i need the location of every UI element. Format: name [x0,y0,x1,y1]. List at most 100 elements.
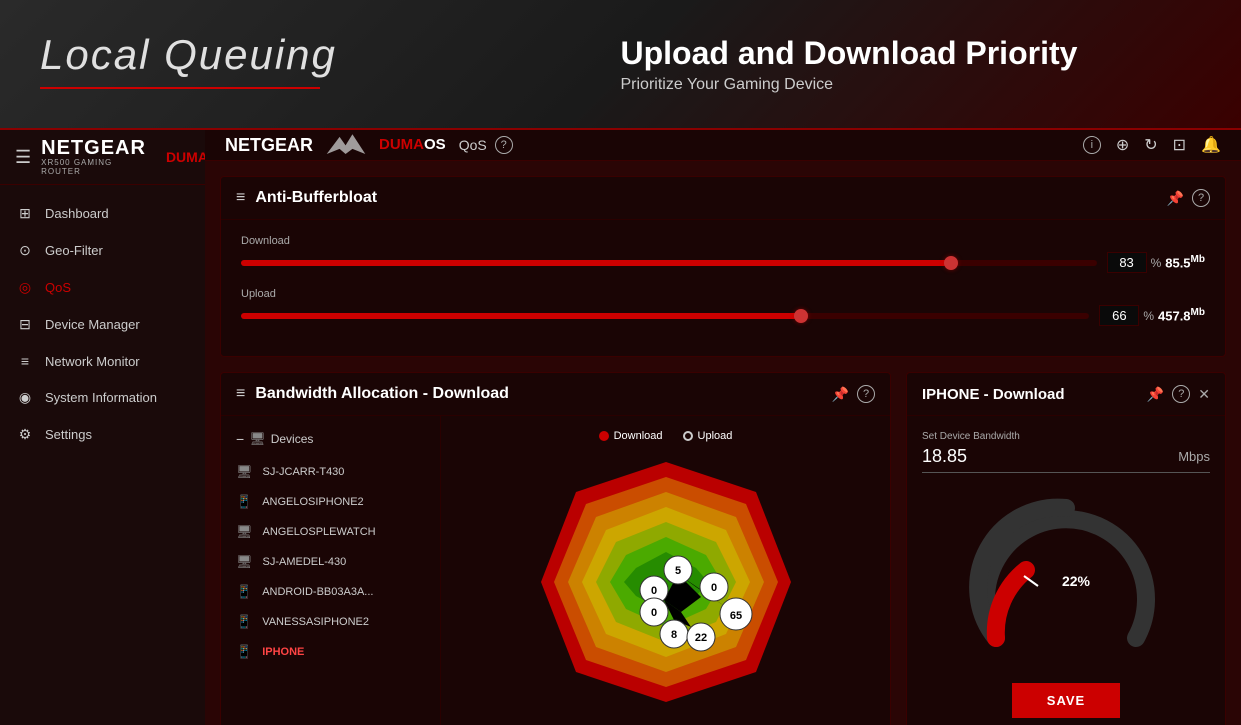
device-name-7: IPHONE [262,646,304,658]
upload-value-input[interactable] [1099,305,1139,326]
info-icon[interactable]: i [1083,136,1101,154]
svg-text:0: 0 [710,582,716,594]
sidebar-item-qos[interactable]: ◎ QoS [0,269,205,306]
bandwidth-allocation-panel: ≡ Bandwidth Allocation - Download 📌 ? − … [220,372,891,725]
anti-bufferbloat-panel: ≡ Anti-Bufferbloat 📌 ? Download [220,176,1226,357]
device-name-6: VANESSASIPHONE2 [262,616,369,628]
svg-text:0: 0 [650,607,656,619]
download-value-input[interactable] [1107,252,1147,273]
anti-bufferbloat-header: ≡ Anti-Bufferbloat 📌 ? [221,177,1225,220]
iphone-panel: IPHONE - Download 📌 ? ✕ Set Device Bandw… [906,372,1226,725]
upload-slider-thumb[interactable] [794,309,808,323]
device-phone-icon-5: 📱 [236,584,252,600]
device-item-iphone[interactable]: 📱 IPHONE [221,637,440,667]
sidebar-item-settings[interactable]: ⚙ Settings [0,416,205,453]
bandwidth-pin-icon[interactable]: 📌 [832,386,849,403]
sidebar-item-geo-filter[interactable]: ⊙ Geo-Filter [0,232,205,269]
devices-monitor-icon: 🖥 [249,431,266,447]
device-item-sj-jcarr[interactable]: 🖥 SJ-JCARR-T430 [221,457,440,487]
globe-icon[interactable]: ⊕ [1116,135,1129,155]
device-name-2: ANGELOSIPHONE2 [262,496,363,508]
collapse-icon[interactable]: − [236,431,244,447]
svg-text:65: 65 [729,610,741,622]
bandwidth-value-input[interactable] [922,446,1178,467]
device-item-android-bb[interactable]: 📱 ANDROID-BB03A3A... [221,577,440,607]
save-button[interactable]: SAVE [1012,683,1120,718]
top-nav-bar: NETGEAR DUMAOS QoS ? i ⊕ ↻ ⊡ 🔔 [205,130,1241,161]
sidebar-item-network-monitor[interactable]: ≡ Network Monitor [0,343,205,379]
dashboard-icon: ⊞ [15,205,35,222]
device-phone-icon-6: 📱 [236,614,252,630]
bandwidth-help-icon[interactable]: ? [857,385,875,403]
top-nav-help-icon[interactable]: ? [495,136,513,154]
device-list-panel: − 🖥 Devices 🖥 SJ-JCARR-T430 📱 ANGELOSIPH [221,416,441,725]
upload-slider-track[interactable] [241,313,1089,319]
bandwidth-panel-actions: 📌 ? [832,385,875,403]
banner-left: Local Queuing [40,31,621,97]
geo-filter-icon: ⊙ [15,242,35,259]
anti-bufferbloat-body: Download % 85.5Mb [221,220,1225,356]
hamburger-icon[interactable]: ☰ [15,147,31,168]
settings-icon: ⚙ [15,426,35,443]
download-legend-item[interactable]: Download [599,430,663,442]
bandwidth-menu-icon[interactable]: ≡ [236,385,245,403]
banner-right: Upload and Download Priority Prioritize … [621,35,1202,94]
download-value-box: % 85.5Mb [1107,252,1205,273]
bandwidth-allocation-title: Bandwidth Allocation - Download [255,385,821,403]
panel-header-actions: 📌 ? [1167,189,1210,207]
sidebar-item-system-information[interactable]: ◉ System Information [0,379,205,416]
device-name-3: ANGELOSPLEWATCH [263,526,376,538]
sidebar-item-label-dashboard: Dashboard [45,206,109,221]
netgear-sub-text: XR500 GAMING ROUTER [41,158,146,176]
banner-title: Local Queuing [40,31,621,79]
gauge-percent-label: 22% [1062,573,1090,589]
iphone-panel-header: IPHONE - Download 📌 ? ✕ [907,373,1225,416]
device-name-5: ANDROID-BB03A3A... [262,586,373,598]
upload-legend-dot [683,431,693,441]
panel-menu-icon[interactable]: ≡ [236,189,245,207]
upload-slider-fill [241,313,801,319]
bandwidth-body: − 🖥 Devices 🖥 SJ-JCARR-T430 📱 ANGELOSIPH [221,416,890,725]
device-monitor-icon-3: 🖥 [236,524,253,540]
download-pct-label: % [1151,256,1162,270]
upload-pct-label: % [1143,309,1154,323]
download-slider-track[interactable] [241,260,1097,266]
download-slider-container: % 85.5Mb [241,252,1205,273]
chart-legend: Download Upload [599,430,733,442]
iphone-help-icon[interactable]: ? [1172,385,1190,403]
device-name-1: SJ-JCARR-T430 [263,466,345,478]
upload-legend-label: Upload [698,430,733,442]
network-monitor-icon: ≡ [15,353,35,369]
device-item-sj-amedel[interactable]: 🖥 SJ-AMEDEL-430 [221,547,440,577]
svg-text:8: 8 [670,629,676,641]
sidebar-header: ☰ NETGEAR XR500 GAMING ROUTER NIGHTHAWK … [0,130,205,185]
device-item-angelos-iphone2[interactable]: 📱 ANGELOSIPHONE2 [221,487,440,517]
sidebar-item-device-manager[interactable]: ⊟ Device Manager [0,306,205,343]
iphone-pin-icon[interactable]: 📌 [1147,386,1164,403]
top-nav-brand: NETGEAR DUMAOS QoS ? [225,130,513,160]
device-item-angelos-watch[interactable]: 🖥 ANGELOSPLEWATCH [221,517,440,547]
upload-speed: 457.8Mb [1158,307,1205,323]
device-monitor-icon-4: 🖥 [236,554,253,570]
top-nav-qos-label: QoS [459,137,487,153]
svg-text:0: 0 [650,585,656,597]
banner-description: Prioritize Your Gaming Device [621,76,1202,94]
device-item-vanessa-iphone[interactable]: 📱 VANESSASIPHONE2 [221,607,440,637]
account-icon[interactable]: ⊡ [1173,135,1186,155]
top-nav-nighthawk-icon [321,130,371,160]
upload-slider-row: Upload % 457.8Mb [241,288,1205,326]
iphone-close-icon[interactable]: ✕ [1198,386,1210,403]
bell-icon[interactable]: 🔔 [1201,135,1221,155]
sidebar-item-dashboard[interactable]: ⊞ Dashboard [0,195,205,232]
help-icon[interactable]: ? [1192,189,1210,207]
upload-legend-item[interactable]: Upload [683,430,733,442]
pin-icon[interactable]: 📌 [1167,190,1184,207]
device-manager-icon: ⊟ [15,316,35,333]
download-speed: 85.5Mb [1165,254,1205,270]
download-legend-label: Download [614,430,663,442]
sidebar-nav: ⊞ Dashboard ⊙ Geo-Filter ◎ QoS ⊟ Device … [0,185,205,725]
chart-area: Download Upload [441,416,890,725]
refresh-icon[interactable]: ↻ [1144,135,1157,155]
download-slider-thumb[interactable] [944,256,958,270]
iphone-panel-body: Set Device Bandwidth Mbps [907,416,1225,725]
